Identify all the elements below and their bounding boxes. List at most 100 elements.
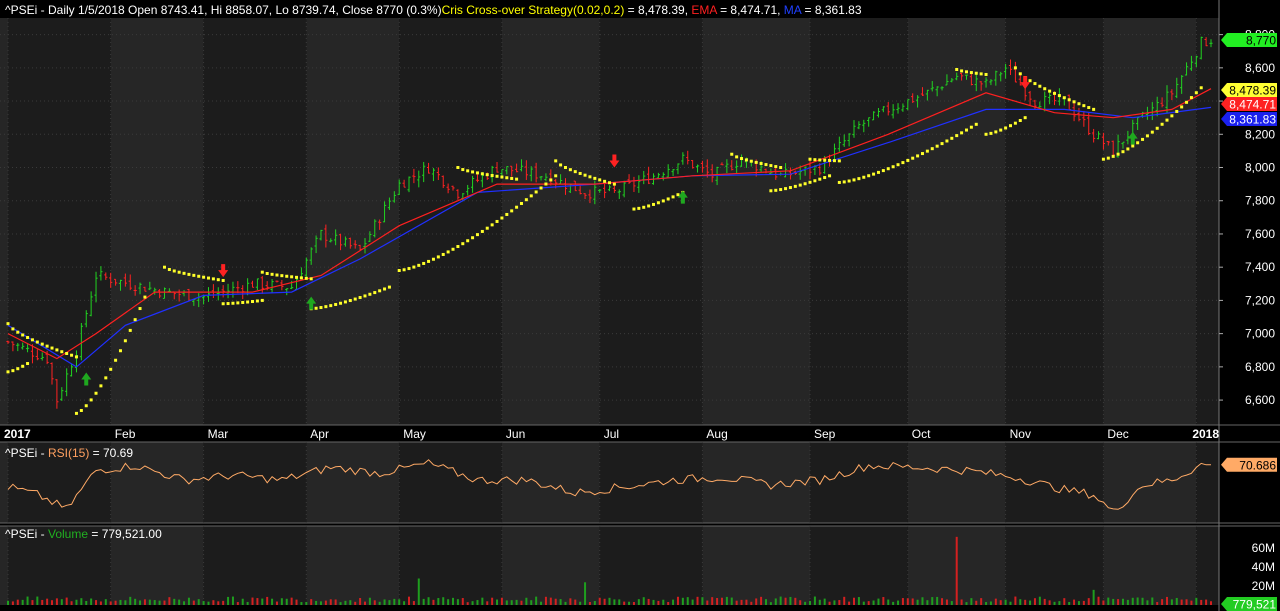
sar-dot (451, 247, 455, 251)
volume-bar (945, 599, 948, 605)
x-tick-label: Sep (814, 427, 836, 441)
vol-tick-label: 20M (1252, 579, 1275, 593)
volume-bar (75, 599, 78, 605)
volume-bar (1156, 602, 1159, 605)
sar-dot (823, 176, 827, 180)
sar-dot (583, 173, 587, 177)
volume-bar (1141, 597, 1144, 605)
volume-bar (500, 597, 503, 605)
volume-bar (838, 600, 841, 605)
sar-dot (568, 168, 572, 172)
volume-bar (584, 582, 587, 605)
sar-dot (99, 384, 103, 388)
sar-dot (769, 189, 773, 193)
volume-bar (241, 598, 244, 605)
sar-dot (441, 252, 445, 256)
x-tick-label: Oct (912, 427, 931, 441)
volume-bar (466, 602, 469, 605)
sar-dot (1194, 91, 1198, 95)
volume-bar (315, 600, 318, 605)
volume-bar (1087, 598, 1090, 605)
sar-dot (260, 298, 264, 302)
volume-bar (916, 599, 919, 605)
volume-bar (926, 600, 929, 605)
sar-dot (480, 229, 484, 233)
volume-bar (1175, 597, 1178, 605)
month-band (203, 526, 307, 605)
sar-dot (255, 299, 259, 303)
sar-dot (730, 152, 734, 156)
month-band (1103, 18, 1197, 425)
month-band (810, 18, 908, 425)
volume-bar (349, 600, 352, 605)
volume-bar (412, 601, 415, 605)
volume-bar (735, 600, 738, 605)
volume-bar (227, 596, 230, 605)
volume-bar (809, 601, 811, 605)
volume-bar (1058, 601, 1061, 605)
volume-bar (1048, 600, 1051, 605)
volume-bar (535, 596, 538, 605)
sar-dot (1018, 72, 1022, 76)
sar-dot (1111, 154, 1115, 158)
sar-dot (1082, 104, 1086, 108)
sar-dot (1033, 82, 1037, 86)
rsi-value: = 70.69 (89, 446, 134, 460)
rsi-label: RSI(15) (47, 446, 90, 460)
sar-dot (70, 353, 74, 357)
x-tick-label: Nov (1010, 427, 1031, 441)
rsi-header: ^PSEi - RSI(15) = 70.69 (5, 446, 133, 460)
month-band (501, 18, 600, 425)
sar-dot (368, 292, 372, 296)
volume-bar (148, 599, 151, 605)
sar-dot (1062, 96, 1066, 100)
sar-dot (642, 205, 646, 209)
sar-dot (299, 276, 303, 280)
ema-value: = 8,474.71, (716, 3, 784, 17)
volume-bar (60, 599, 63, 605)
volume-bar (217, 601, 220, 605)
x-tick-label: 2017 (4, 427, 31, 441)
sar-dot (417, 263, 421, 267)
sar-dot (461, 168, 465, 172)
volume-bar (207, 601, 210, 605)
sar-dot (1170, 114, 1174, 118)
volume-bar (853, 597, 856, 605)
volume-bar (608, 597, 611, 605)
sar-dot (505, 212, 509, 216)
sar-dot (930, 147, 934, 151)
volume-bar (530, 600, 533, 605)
sar-dot (515, 177, 519, 181)
sar-dot (984, 72, 988, 76)
volume-bar (657, 600, 660, 605)
volume-header: ^PSEi - Volume = 779,521.00 (5, 527, 162, 541)
volume-bar (833, 600, 836, 605)
volume-bar (222, 600, 225, 605)
price-tag-label: 8,474.71 (1229, 98, 1276, 112)
volume-bar (1053, 601, 1056, 605)
volume-bar (936, 596, 939, 605)
volume-bar (1102, 600, 1105, 605)
volume-bar (275, 601, 278, 605)
volume-bar (119, 599, 122, 605)
volume-bar (574, 599, 577, 605)
sar-dot (505, 176, 509, 180)
sar-dot (133, 318, 137, 322)
volume-bar (769, 602, 772, 605)
volume-bar (486, 601, 489, 605)
sar-dot (89, 398, 93, 402)
volume-bar (955, 536, 958, 605)
sar-dot (837, 180, 841, 184)
sar-dot (500, 175, 504, 179)
volume-bar (598, 597, 601, 605)
volume-bar (373, 600, 376, 605)
sar-dot (466, 169, 470, 173)
volume-bar (696, 596, 699, 605)
month-band (810, 526, 908, 605)
sar-dot (598, 178, 602, 182)
volume-bar (1068, 601, 1071, 605)
volume-bar (1131, 597, 1134, 605)
sar-dot (544, 182, 548, 186)
sar-dot (314, 306, 318, 310)
volume-bar (363, 601, 366, 605)
